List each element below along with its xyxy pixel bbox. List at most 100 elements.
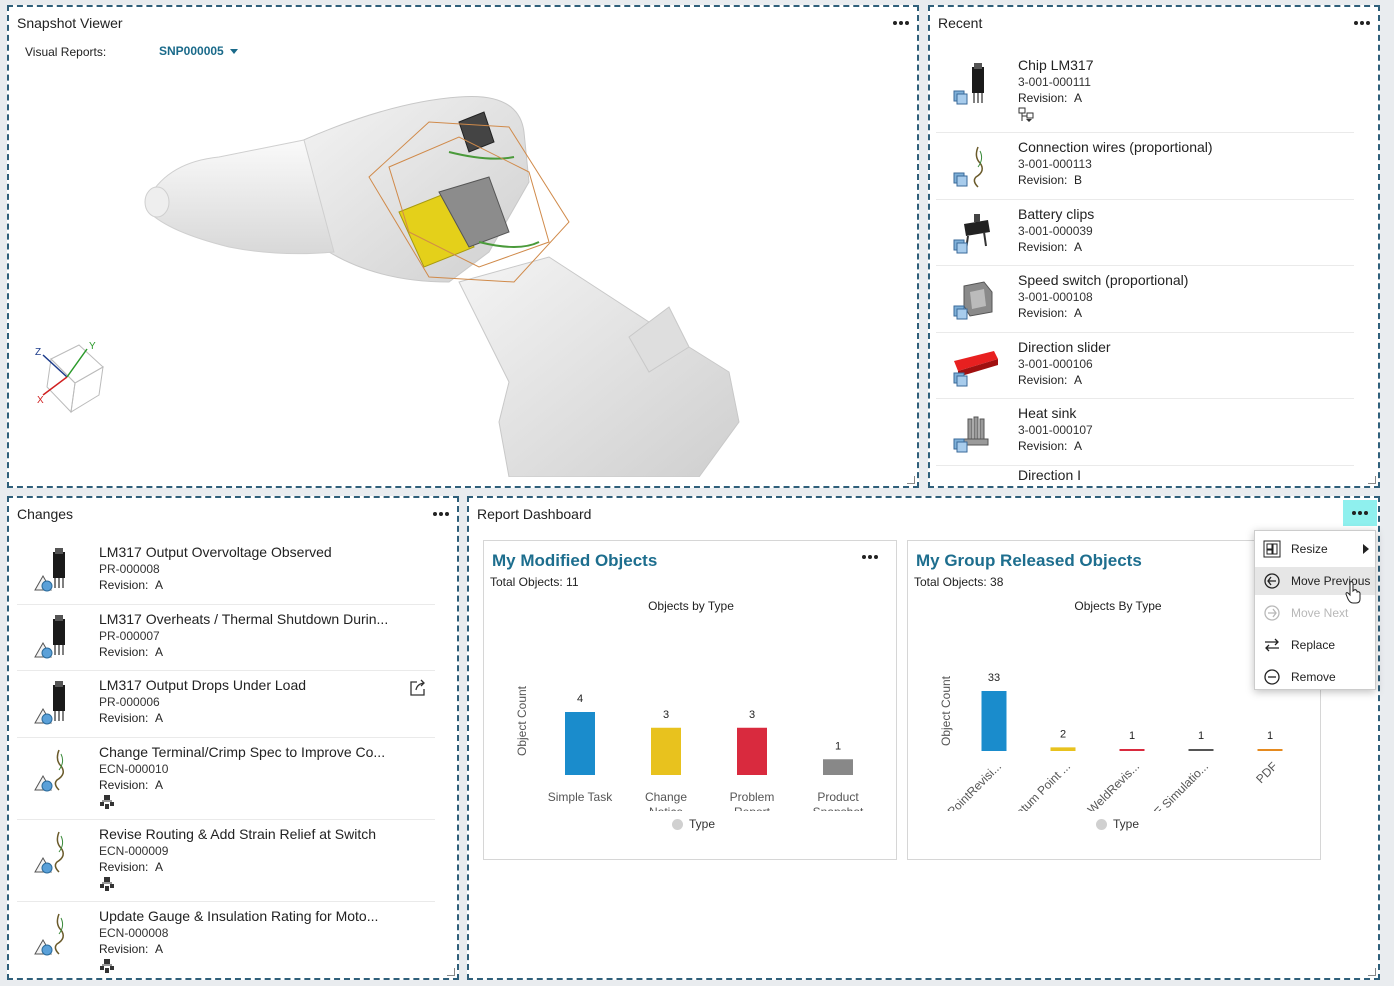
tile-title: Snapshot Viewer [17,15,123,31]
workflow-icon [99,876,115,897]
x-tick-label: Simple Task [548,790,613,804]
bar[interactable] [1257,749,1283,751]
menu-item-label: Move Next [1291,606,1349,620]
list-item[interactable]: Chip LM317 3-001-000111 Revision: A [936,51,1354,133]
structure-icon [1018,107,1034,128]
list-item[interactable]: Update Gauge & Insulation Rating for Mot… [17,902,435,979]
revision-value: A [155,644,164,659]
revision-value: A [1074,91,1083,105]
visual-reports-label: Visual Reports: [25,45,107,59]
changes-more-button[interactable] [429,506,453,522]
list-item-partial[interactable]: Direction I [1018,467,1081,483]
revision-value: A [1074,439,1083,453]
list-item[interactable]: Connection wires (proportional) 3-001-000… [936,133,1354,200]
recent-list: Chip LM317 3-001-000111 Revision: A Connect… [936,51,1354,466]
resize-handle[interactable] [1368,476,1376,484]
list-item[interactable]: LM317 Overheats / Thermal Shutdown Durin… [17,605,435,671]
snapshot-more-button[interactable] [889,15,913,31]
item-revision: Revision: A [99,942,163,956]
visual-reports-select[interactable]: SNP000005 [159,44,238,58]
item-number: 3-001-000039 [1018,223,1093,238]
item-number: 3-001-000111 [1018,75,1091,89]
move-previous-icon [1263,572,1281,590]
resize-handle[interactable] [1368,968,1376,976]
bar[interactable] [1119,749,1145,751]
modified-objects-card: My Modified Objects Total Objects: 11 Ob… [483,540,897,860]
item-number: ECN-000008 [99,925,169,940]
3d-model-view[interactable] [129,82,749,477]
item-number: 3-001-000107 [1018,423,1093,437]
data-label: 3 [749,709,755,721]
item-number: 3-001-000108 [1018,290,1093,304]
item-revision: Revision: A [1018,439,1082,453]
item-number: ECN-000009 [99,843,169,858]
revision-value: A [1074,372,1083,387]
bar[interactable] [981,691,1007,751]
menu-item-label: Resize [1291,542,1328,556]
item-name: LM317 Overheats / Thermal Shutdown Durin… [99,610,389,627]
axis-triad: Z Y X [35,341,104,414]
recent-more-button[interactable] [1350,15,1374,31]
chevron-down-icon [229,49,238,55]
revision-value: A [155,711,164,725]
bar[interactable] [1188,749,1214,751]
changes-tile: Changes LM317 Output Overvoltage Observe… [7,496,459,980]
list-item[interactable]: Speed switch (proportional) 3-001-000108 R… [936,266,1354,333]
data-label: 33 [988,672,1000,684]
revision-label: Revision: [99,644,149,659]
list-item[interactable]: Revise Routing & Add Strain Relief at Sw… [17,820,435,902]
dashboard-more-button[interactable] [1343,500,1377,526]
data-label: 3 [663,709,669,721]
resize-handle[interactable] [447,968,455,976]
list-item[interactable]: Change Terminal/Crimp Spec to Improve Co… [17,738,435,820]
list-item[interactable]: Direction slider 3-001-000106 Revision: A [936,333,1354,399]
item-number: PR-000008 [99,562,160,576]
menu-item-resize[interactable]: Resize [1255,535,1375,563]
x-tick-label: CAE Simulatio... [1139,759,1211,811]
list-item[interactable]: LM317 Output Overvoltage Observed PR-0000… [17,538,435,605]
bar[interactable] [651,727,681,775]
revision-value: A [1074,239,1083,254]
wire-icon [31,828,81,876]
menu-item-replace[interactable]: Replace [1255,631,1375,659]
card-title: My Modified Objects [492,551,658,570]
chart-legend[interactable]: Type [672,817,715,831]
axis-z-label: Z [35,347,41,358]
data-label: 1 [1267,730,1273,742]
list-item[interactable]: Heat sink 3-001-000107 Revision: A [936,399,1354,466]
x-tick-label: Datum Point ... [1007,759,1073,811]
legend-label: Type [689,817,716,831]
bar[interactable] [823,759,853,775]
data-label: 1 [1129,730,1135,742]
item-revision: Revision: A [99,711,163,725]
changes-list: LM317 Output Overvoltage Observed PR-0000… [17,538,435,979]
revision-label: Revision: [1018,239,1068,254]
revision-label: Revision: [99,711,149,725]
legend-swatch [1096,818,1107,830]
menu-item-label: Remove [1291,670,1336,684]
resize-handle[interactable] [907,476,915,484]
revision-label: Revision: [99,777,149,792]
card-more-button[interactable] [858,549,882,565]
item-name: Heat sink [1018,405,1077,421]
bar[interactable] [565,712,595,775]
menu-item-remove[interactable]: Remove [1255,663,1375,691]
card-total: Total Objects: 38 [914,575,1004,589]
revision-label: Revision: [99,941,149,956]
item-revision: Revision: A [1018,373,1082,387]
x-tick-label: PDF [1253,759,1280,786]
list-item[interactable]: Battery clips 3-001-000039 Revision: A [936,200,1354,266]
bar[interactable] [737,727,767,775]
visual-reports-value: SNP000005 [159,44,224,58]
bar[interactable] [1050,747,1076,751]
share-icon[interactable] [409,679,427,702]
chip-icon [31,546,81,594]
y-axis-label: Object Count [939,675,953,746]
x-tick-label: WeldPointRevisi... [926,759,1005,811]
data-label: 1 [835,740,841,752]
chart-legend[interactable]: Type [1096,817,1139,831]
clip-icon [950,210,1000,254]
revision-value: A [155,941,164,956]
list-item[interactable]: LM317 Output Drops Under Load PR-000006 Re… [17,671,435,738]
item-name: Update Gauge & Insulation Rating for Mot… [99,907,379,924]
